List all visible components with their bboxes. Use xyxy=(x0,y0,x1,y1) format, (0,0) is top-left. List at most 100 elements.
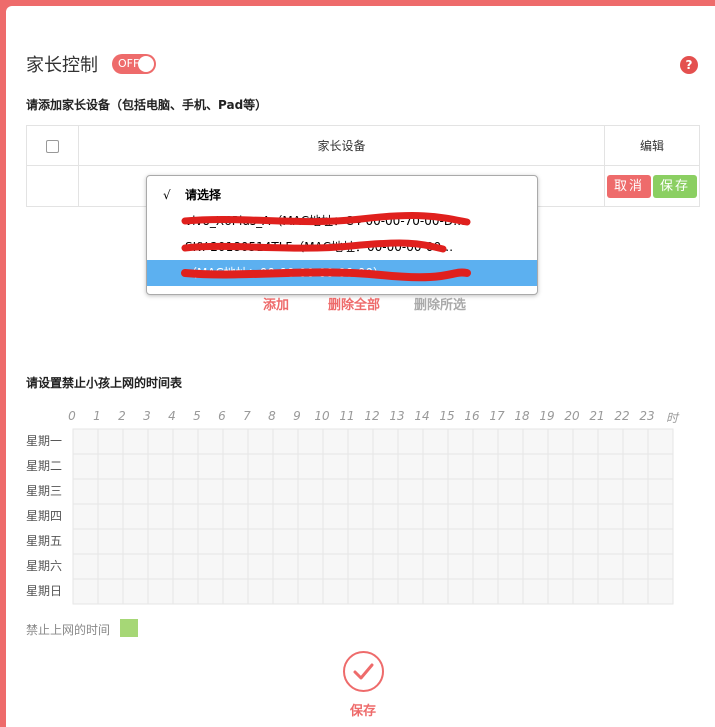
schedule-cell[interactable] xyxy=(622,578,649,605)
schedule-cell[interactable] xyxy=(522,578,549,605)
schedule-cell[interactable] xyxy=(472,453,499,480)
schedule-cell[interactable] xyxy=(297,478,324,505)
schedule-cell[interactable] xyxy=(297,503,324,530)
schedule-cell[interactable] xyxy=(147,553,174,580)
schedule-cell[interactable] xyxy=(122,578,149,605)
schedule-cell[interactable] xyxy=(447,428,474,455)
schedule-cell[interactable] xyxy=(422,453,449,480)
schedule-cell[interactable] xyxy=(622,503,649,530)
schedule-cell[interactable] xyxy=(197,428,224,455)
schedule-cell[interactable] xyxy=(472,578,499,605)
schedule-cell[interactable] xyxy=(247,453,274,480)
schedule-cell[interactable] xyxy=(172,528,199,555)
schedule-cell[interactable] xyxy=(97,553,124,580)
schedule-cell[interactable] xyxy=(347,578,374,605)
schedule-cell[interactable] xyxy=(297,453,324,480)
dropdown-option-device-3[interactable]: （MAC地址：00-00-00-00-00-00） xyxy=(147,260,537,286)
schedule-cell[interactable] xyxy=(472,428,499,455)
schedule-cell[interactable] xyxy=(397,578,424,605)
dropdown-option-device-2[interactable]: SKY-20180514TLF（MAC地址：00-00-00-00… xyxy=(147,234,537,260)
schedule-cell[interactable] xyxy=(547,578,574,605)
schedule-cell[interactable] xyxy=(447,453,474,480)
schedule-cell[interactable] xyxy=(447,553,474,580)
schedule-cell[interactable] xyxy=(597,478,624,505)
schedule-cell[interactable] xyxy=(622,528,649,555)
schedule-cell[interactable] xyxy=(197,553,224,580)
schedule-cell[interactable] xyxy=(72,528,99,555)
schedule-cell[interactable] xyxy=(222,478,249,505)
schedule-cell[interactable] xyxy=(172,478,199,505)
schedule-cell[interactable] xyxy=(647,453,674,480)
schedule-cell[interactable] xyxy=(147,503,174,530)
schedule-cell[interactable] xyxy=(397,553,424,580)
schedule-cell[interactable] xyxy=(122,453,149,480)
schedule-cell[interactable] xyxy=(622,453,649,480)
parental-control-toggle[interactable]: OFF xyxy=(112,54,156,74)
schedule-cell[interactable] xyxy=(272,428,299,455)
schedule-cell[interactable] xyxy=(122,528,149,555)
schedule-cell[interactable] xyxy=(147,453,174,480)
schedule-cell[interactable] xyxy=(447,578,474,605)
schedule-cell[interactable] xyxy=(597,528,624,555)
delete-all-button[interactable]: 删除全部 xyxy=(328,294,380,313)
schedule-cell[interactable] xyxy=(297,528,324,555)
schedule-cell[interactable] xyxy=(372,428,399,455)
schedule-cell[interactable] xyxy=(547,553,574,580)
schedule-cell[interactable] xyxy=(347,553,374,580)
schedule-cell[interactable] xyxy=(522,528,549,555)
schedule-cell[interactable] xyxy=(222,428,249,455)
schedule-cell[interactable] xyxy=(197,503,224,530)
schedule-cell[interactable] xyxy=(422,503,449,530)
schedule-cell[interactable] xyxy=(122,428,149,455)
schedule-cell[interactable] xyxy=(647,553,674,580)
schedule-cell[interactable] xyxy=(97,453,124,480)
schedule-cell[interactable] xyxy=(497,528,524,555)
schedule-cell[interactable] xyxy=(422,578,449,605)
schedule-cell[interactable] xyxy=(72,503,99,530)
schedule-cell[interactable] xyxy=(522,553,549,580)
schedule-cell[interactable] xyxy=(397,453,424,480)
schedule-cell[interactable] xyxy=(222,578,249,605)
schedule-cell[interactable] xyxy=(122,503,149,530)
schedule-cell[interactable] xyxy=(622,478,649,505)
schedule-cell[interactable] xyxy=(397,528,424,555)
schedule-cell[interactable] xyxy=(397,428,424,455)
schedule-cell[interactable] xyxy=(322,528,349,555)
schedule-cell[interactable] xyxy=(497,553,524,580)
schedule-cell[interactable] xyxy=(572,553,599,580)
schedule-cell[interactable] xyxy=(422,553,449,580)
schedule-cell[interactable] xyxy=(72,578,99,605)
schedule-cell[interactable] xyxy=(272,503,299,530)
schedule-cell[interactable] xyxy=(572,478,599,505)
schedule-cell[interactable] xyxy=(322,478,349,505)
schedule-cell[interactable] xyxy=(597,428,624,455)
schedule-cell[interactable] xyxy=(472,553,499,580)
schedule-cell[interactable] xyxy=(172,578,199,605)
schedule-cell[interactable] xyxy=(172,553,199,580)
schedule-cell[interactable] xyxy=(522,428,549,455)
delete-selected-button[interactable]: 删除所选 xyxy=(414,294,466,313)
schedule-cell[interactable] xyxy=(97,478,124,505)
schedule-cell[interactable] xyxy=(347,478,374,505)
schedule-cell[interactable] xyxy=(372,553,399,580)
schedule-cell[interactable] xyxy=(522,453,549,480)
schedule-cell[interactable] xyxy=(347,503,374,530)
schedule-cell[interactable] xyxy=(97,528,124,555)
schedule-cell[interactable] xyxy=(297,578,324,605)
schedule-cell[interactable] xyxy=(72,553,99,580)
schedule-cell[interactable] xyxy=(547,528,574,555)
schedule-cell[interactable] xyxy=(372,453,399,480)
schedule-cell[interactable] xyxy=(372,528,399,555)
schedule-cell[interactable] xyxy=(122,553,149,580)
schedule-cell[interactable] xyxy=(247,428,274,455)
schedule-cell[interactable] xyxy=(247,578,274,605)
schedule-cell[interactable] xyxy=(497,453,524,480)
schedule-cell[interactable] xyxy=(597,453,624,480)
schedule-cell[interactable] xyxy=(247,478,274,505)
schedule-cell[interactable] xyxy=(72,453,99,480)
schedule-cell[interactable] xyxy=(422,528,449,555)
schedule-cell[interactable] xyxy=(247,553,274,580)
schedule-cell[interactable] xyxy=(347,528,374,555)
schedule-cell[interactable] xyxy=(647,428,674,455)
schedule-cell[interactable] xyxy=(647,478,674,505)
